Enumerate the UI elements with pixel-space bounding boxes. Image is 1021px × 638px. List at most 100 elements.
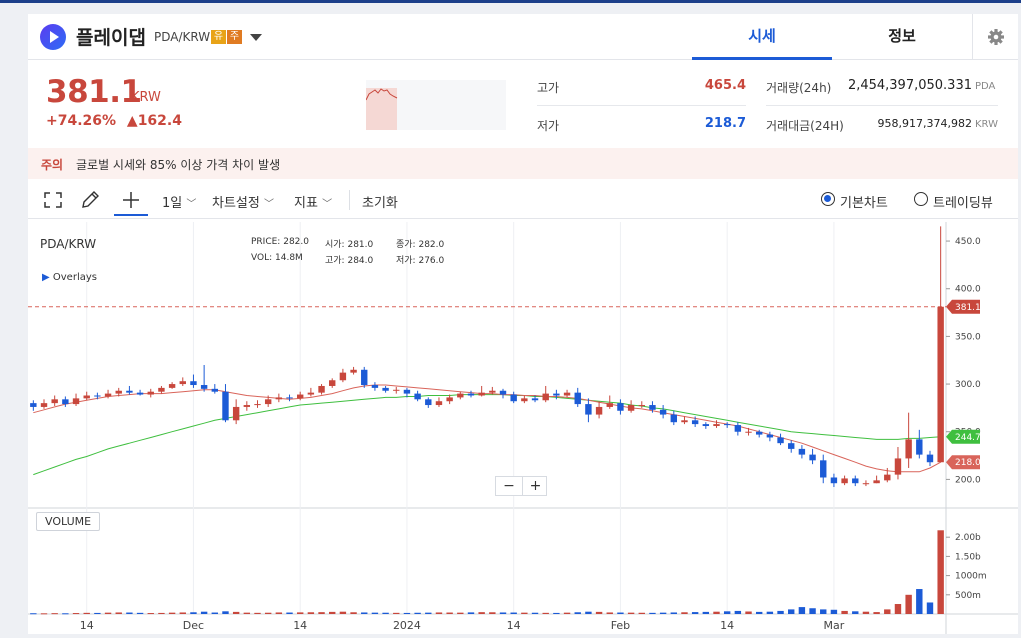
candle-body [820, 460, 827, 478]
change-amount: ▲162.4 [126, 113, 182, 129]
candle-body [926, 454, 934, 463]
volume-bar [147, 613, 154, 615]
tab-price[interactable]: 시세 [692, 14, 832, 60]
candle-body [403, 389, 411, 394]
chevron-down-icon[interactable] [250, 34, 262, 41]
volume-bar [531, 612, 539, 614]
volume-bar [937, 530, 944, 614]
candle-body [681, 420, 688, 423]
zoom-out-button[interactable]: − [496, 477, 522, 495]
volume-bar [777, 610, 784, 614]
volume-bar [350, 612, 357, 614]
basic-chart-radio[interactable] [821, 192, 835, 206]
overlays-toggle[interactable]: ▶ Overlays [42, 272, 97, 283]
candle-body [446, 397, 453, 402]
volume-bar [115, 612, 122, 614]
volume-bar [307, 612, 315, 614]
volume-bar [222, 611, 229, 614]
volume-bar [72, 613, 80, 615]
legend-volume: VOL: 14.8M [251, 253, 303, 263]
gear-icon[interactable] [972, 14, 1018, 60]
candle-body [94, 395, 101, 397]
candle-body [200, 385, 208, 389]
chart-settings-menu[interactable]: 차트설정 ﹀ [212, 192, 274, 211]
volume-bar [489, 612, 496, 614]
reset-button[interactable]: 초기화 [362, 192, 398, 211]
volume-bar [809, 608, 816, 614]
candle-body [873, 480, 880, 484]
candle-body [478, 392, 485, 396]
fullscreen-icon[interactable] [40, 188, 66, 212]
volume-bar [916, 589, 923, 614]
pair-label: PDA/KRW [154, 30, 211, 44]
candle-body [435, 401, 443, 406]
pencil-icon[interactable] [77, 188, 103, 212]
candle-body [329, 380, 336, 386]
volume-bar [296, 612, 304, 614]
volume-bar [595, 611, 603, 614]
volume-bar [894, 604, 902, 614]
tab-info[interactable]: 정보 [832, 14, 972, 60]
volume-bar [30, 613, 37, 615]
candle-body [318, 385, 325, 393]
x-tick-label: Dec [183, 619, 204, 632]
volume-bar [755, 611, 763, 614]
x-tick-label: 2024 [393, 619, 421, 632]
indicators-menu[interactable]: 지표 ﹀ [294, 192, 332, 211]
candle-body [425, 399, 432, 406]
volume-bar [702, 611, 710, 614]
zoom-control: − + [495, 476, 547, 496]
volume-tick-label: 1.50b [955, 552, 981, 562]
volume-bar [254, 612, 261, 614]
candle-body [542, 393, 549, 401]
tradingview-radio[interactable] [914, 192, 928, 206]
volume-bar [499, 612, 507, 614]
candle-body [264, 399, 272, 405]
candle-body [232, 406, 240, 421]
volume-bar [681, 612, 688, 614]
candle-body [755, 431, 763, 435]
y-tick-label: 350.0 [955, 332, 981, 342]
candle-body [841, 478, 848, 484]
volume-bar [659, 612, 667, 614]
price-chart[interactable]: 14 Dec 14 2024 14 Feb 14 Mar 450.0 400.0 350.0 300.… [28, 222, 1018, 634]
x-tick-label: 14 [80, 619, 94, 632]
candle-body [414, 393, 421, 400]
volume-bar [841, 610, 848, 614]
volume-bar [788, 609, 795, 614]
candle-body [361, 369, 368, 386]
candle-body [51, 399, 58, 404]
candle-body [713, 424, 720, 427]
volume-bar [446, 612, 453, 614]
volume-bar [478, 612, 485, 614]
candle-body [884, 474, 891, 481]
candle-body [62, 399, 69, 405]
low-label: 저가 [537, 119, 560, 133]
candle-body [190, 381, 197, 386]
candle-body [691, 420, 699, 425]
volume-bar [830, 609, 838, 614]
candle-body [467, 393, 475, 396]
current-price-tag-text: 381.1 [955, 303, 981, 313]
candle-body [627, 405, 635, 411]
candle-body [638, 405, 645, 407]
volume-bar [723, 611, 731, 614]
candle-body [211, 388, 219, 392]
interval-select[interactable]: 1일 ﹀ [162, 192, 196, 211]
volume-bar [649, 612, 656, 614]
crosshair-icon[interactable] [114, 188, 148, 216]
chart-panel: 플레이댑 PDA/KRW 유 주 시세 정보 381.1 KRW +74.26% [28, 14, 1018, 634]
high-value: 465.4 [704, 78, 746, 93]
tradingview-label: 트레이딩뷰 [933, 196, 993, 211]
volume-bar [40, 613, 48, 615]
volume-bar [884, 609, 891, 614]
volume-bar [745, 611, 752, 614]
candle-body [393, 389, 400, 391]
mini-sparkline [365, 80, 506, 130]
price-unit: KRW [131, 90, 161, 105]
candle-body [574, 392, 581, 405]
candle-body [606, 403, 613, 407]
zoom-in-button[interactable]: + [522, 477, 548, 495]
candle-body [585, 404, 592, 415]
candle-body [147, 391, 154, 395]
